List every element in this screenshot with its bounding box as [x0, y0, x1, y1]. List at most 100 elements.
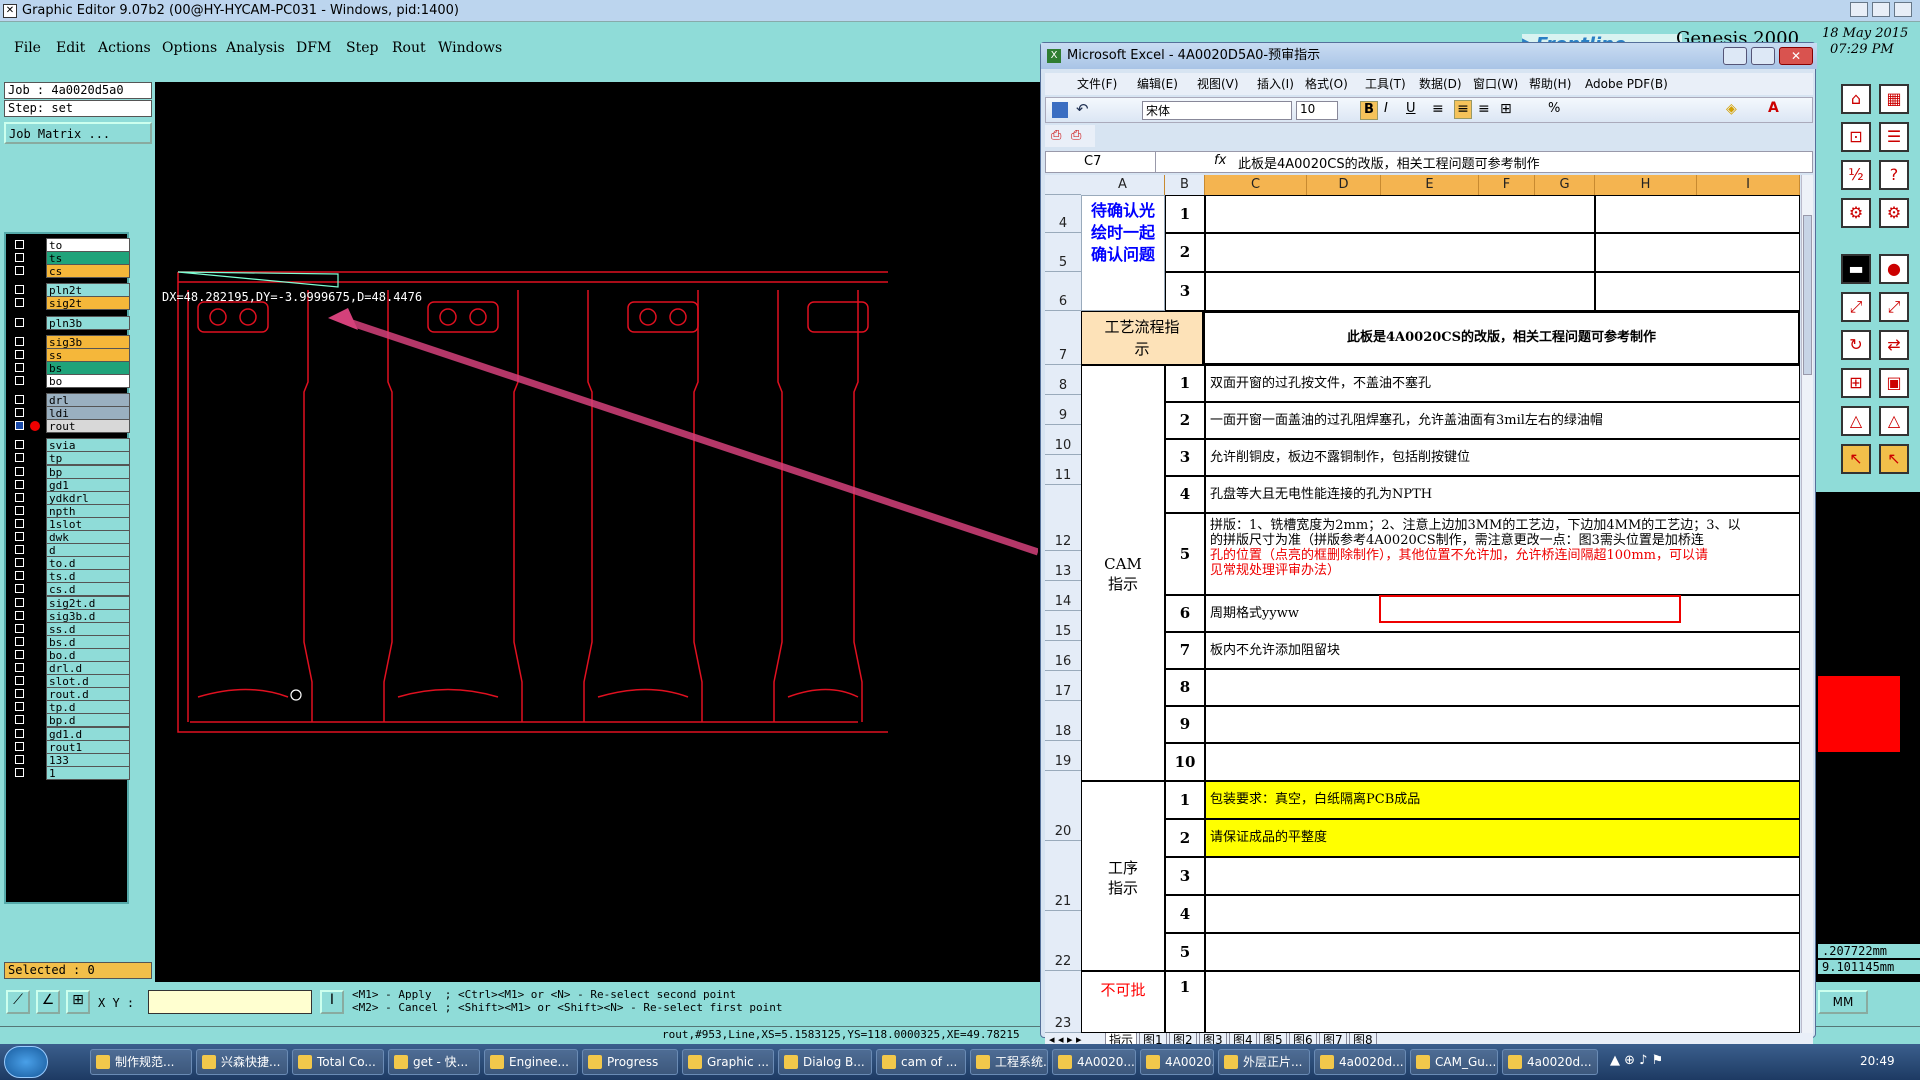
layer-row-sig2t[interactable]: sig2t [12, 296, 130, 311]
cam-num-10[interactable]: 10 [1165, 743, 1205, 781]
home-tool-icon[interactable]: ⌂ [1841, 84, 1871, 114]
confirm-num-3[interactable]: 3 [1165, 272, 1205, 311]
layer-name[interactable]: gd1 [46, 477, 130, 492]
layer-name[interactable]: sig2t.d [46, 595, 130, 610]
col-header-b[interactable]: B [1165, 175, 1205, 195]
layer-checkbox[interactable] [15, 336, 24, 346]
cam-num-4[interactable]: 4 [1165, 476, 1205, 513]
layer-name[interactable]: bo [46, 373, 130, 388]
layers-tool-icon[interactable]: ☰ [1879, 122, 1909, 152]
row-header[interactable]: 17 [1045, 671, 1081, 701]
layer-name[interactable]: dwk [46, 530, 130, 544]
layer-name[interactable]: tp [46, 451, 130, 466]
process-label[interactable]: 工艺流程指示 [1081, 311, 1203, 365]
layer-checkbox[interactable] [15, 362, 24, 372]
row-header[interactable]: 10 [1045, 425, 1081, 455]
cam-text-9[interactable] [1205, 706, 1800, 743]
layer-name[interactable]: bs.d [46, 634, 130, 649]
layer-row-dwk[interactable]: dwk [12, 530, 130, 544]
align-right-icon[interactable]: ≡ [1478, 101, 1490, 117]
info-icon[interactable]: Ⅰ [320, 990, 344, 1014]
taskbar-item[interactable]: 兴森快捷... [196, 1049, 288, 1075]
row-header[interactable]: 11 [1045, 455, 1081, 485]
layer-name[interactable]: npth [46, 503, 130, 518]
layer-checkbox[interactable] [15, 728, 24, 738]
layer-checkbox[interactable] [15, 479, 24, 489]
excel-maximize-button[interactable] [1751, 47, 1775, 65]
layer-row-cs-d[interactable]: cs.d [12, 582, 130, 597]
merge-icon[interactable]: ⊞ [1500, 101, 1512, 117]
excel-close-button[interactable]: ✕ [1779, 47, 1813, 65]
menu-rout[interactable]: Rout [392, 40, 426, 56]
layer-name[interactable]: cs [46, 264, 130, 279]
confirm-num-1[interactable]: 1 [1165, 195, 1205, 233]
layer-row-ydkdrl[interactable]: ydkdrl [12, 490, 130, 505]
layer-checkbox[interactable] [15, 421, 24, 431]
row-header[interactable]: 19 [1045, 741, 1081, 771]
layer-checkbox[interactable] [15, 285, 24, 295]
row-header[interactable]: 21 [1045, 841, 1081, 911]
layer-name[interactable]: ts [46, 251, 130, 266]
pointer-tool-icon[interactable]: ↖ [1841, 444, 1871, 474]
layer-checkbox[interactable] [15, 767, 24, 777]
angle-icon[interactable]: ∠ [36, 990, 60, 1014]
pdf-icon[interactable]: ⎙ [1051, 128, 1061, 143]
layer-row-pln3b[interactable]: pln3b [12, 315, 130, 330]
row-header[interactable]: 9 [1045, 395, 1081, 425]
cam-text-5[interactable]: 拼版：1、铣槽宽度为2mm；2、注意上边加3MM的工艺边，下边加4MM的工艺边；… [1205, 513, 1800, 595]
graphic-canvas[interactable]: DX=48.282195,DY=-3.9999675,D=48.4476 [158, 82, 1040, 982]
pad-tool-icon[interactable]: ▬ [1841, 254, 1871, 284]
job-matrix-button[interactable]: Job Matrix ... [4, 122, 152, 144]
layer-name[interactable]: svia [46, 438, 130, 453]
pdf2-icon[interactable]: ⎙ [1071, 128, 1081, 143]
layer-row-ldi[interactable]: ldi [12, 406, 130, 421]
layer-checkbox[interactable] [15, 754, 24, 764]
layer-row-cs[interactable]: cs [12, 264, 130, 279]
row-header[interactable]: 22 [1045, 911, 1081, 971]
no-label[interactable]: 不可批 [1081, 971, 1165, 1033]
taskbar-item[interactable]: 4A0020... [1140, 1049, 1214, 1075]
layer-name[interactable]: drl [46, 393, 130, 407]
zoom-tool-icon[interactable]: ½ [1841, 160, 1871, 190]
layer-name[interactable]: gd1.d [46, 726, 130, 741]
cam-text-3[interactable]: 允许削铜皮，板边不露铜制作，包括削按键位 [1205, 439, 1800, 476]
formula-input[interactable]: 此板是4A0020CS的改版，相关工程问题可参考制作 [1238, 153, 1540, 172]
row-header[interactable]: 13 [1045, 551, 1081, 581]
layer-row-133[interactable]: 133 [12, 752, 130, 767]
cam-text-8[interactable] [1205, 669, 1800, 706]
taskbar-item[interactable]: CAM_Gu... [1410, 1049, 1498, 1075]
spreadsheet-grid[interactable]: A B C D E F G H I 4 5 6 7 8 9 10 11 12 13 14 15 16 17… [1045, 175, 1800, 1033]
cam-text-7[interactable]: 板内不允许添加阻留块 [1205, 632, 1800, 669]
rotate-tool-icon[interactable]: ↻ [1841, 330, 1871, 360]
layer-row-d[interactable]: d [12, 543, 130, 558]
underline-button[interactable]: U [1406, 101, 1416, 116]
cam-num-2[interactable]: 2 [1165, 402, 1205, 439]
layer-name[interactable]: pln3b [46, 315, 130, 330]
layer-name[interactable]: 1 [46, 765, 130, 780]
save-icon[interactable] [1052, 102, 1068, 118]
fill-color-icon[interactable]: ◈ [1726, 101, 1737, 117]
cam-num-1[interactable]: 1 [1165, 365, 1205, 402]
layer-row-rout[interactable]: rout [12, 419, 130, 434]
taskbar-item[interactable]: Enginee... [484, 1049, 578, 1075]
layer-row-bo[interactable]: bo [12, 373, 130, 388]
xmenu-tools[interactable]: 工具(T) [1365, 73, 1406, 95]
layer-checkbox[interactable] [15, 649, 24, 659]
measure2-tool-icon[interactable]: ▣ [1879, 368, 1909, 398]
xmenu-help[interactable]: 帮助(H) [1529, 73, 1571, 95]
layer-name[interactable]: sig2t [46, 296, 130, 311]
row-header[interactable]: 6 [1045, 272, 1081, 311]
cam-num-3[interactable]: 3 [1165, 439, 1205, 476]
layer-checkbox[interactable] [15, 395, 24, 404]
confirm-cell-2b[interactable] [1595, 233, 1800, 272]
layer-checkbox[interactable] [15, 689, 24, 699]
layer-name[interactable]: ss [46, 347, 130, 362]
layer-row-rout1[interactable]: rout1 [12, 739, 130, 754]
layer-name[interactable]: to.d [46, 556, 130, 571]
xmenu-insert[interactable]: 插入(I) [1257, 73, 1294, 95]
process-text[interactable]: 此板是4A0020CS的改版，相关工程问题可参考制作 [1203, 311, 1800, 365]
name-box[interactable]: C7 [1046, 152, 1156, 172]
row-header[interactable]: 18 [1045, 701, 1081, 741]
row-header[interactable]: 5 [1045, 233, 1081, 272]
layer-checkbox[interactable] [15, 610, 24, 620]
